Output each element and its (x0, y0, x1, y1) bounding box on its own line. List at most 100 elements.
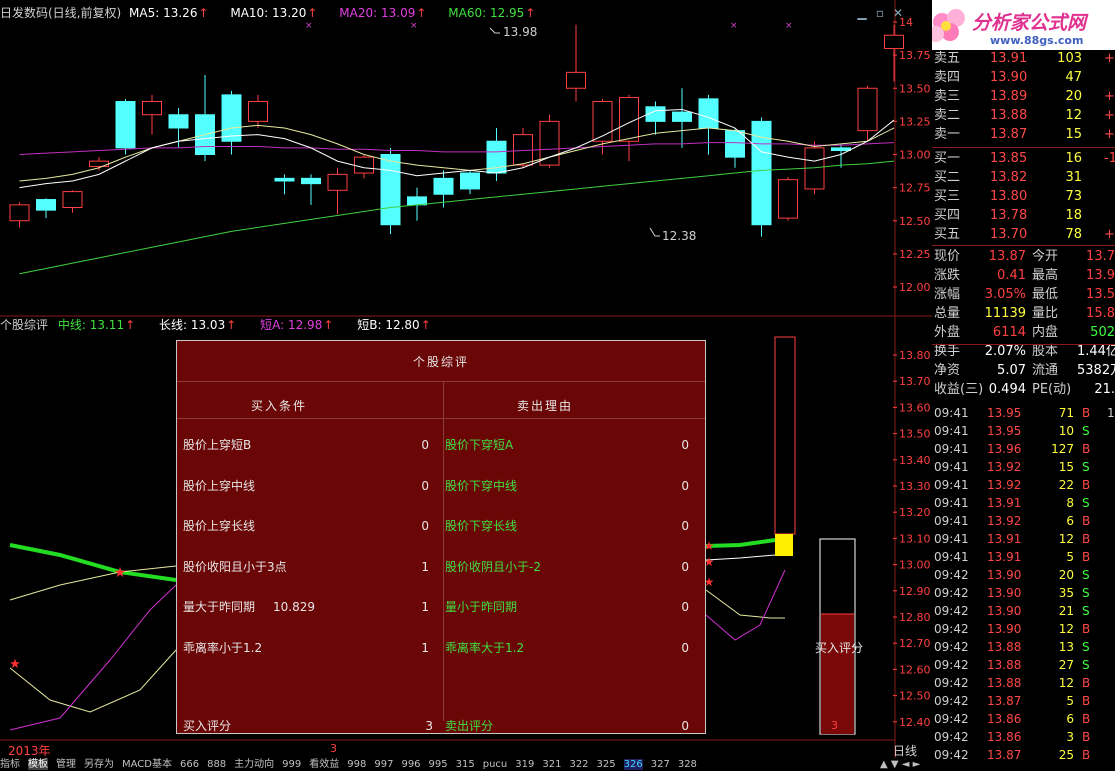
formula-tab[interactable]: 315 (456, 759, 475, 770)
quote-info-row: 现价 13.87 今开 13.7 (934, 249, 1115, 264)
sell-level-row: 卖五13.91103+1 (934, 51, 1115, 66)
candle-body (36, 199, 56, 211)
formula-tab[interactable]: 模板 (28, 759, 48, 770)
tick-row: 09:41 13.96 127 B (934, 442, 1091, 456)
mid-axis-tick: 12.50 (899, 690, 931, 703)
top-axis-tick: 13.25 (899, 115, 931, 128)
formula-tab[interactable]: 666 (180, 759, 199, 770)
scroll-down-icon: ▼ (890, 759, 899, 770)
candle-body (9, 204, 30, 222)
restore-icon[interactable]: ▫ (873, 6, 887, 20)
close-icon[interactable]: ✕ (891, 6, 905, 20)
formula-tab[interactable]: 325 (597, 759, 616, 770)
formula-tab[interactable]: 另存为 (84, 759, 114, 770)
tick-row: 09:42 13.87 5 B (934, 694, 1091, 708)
formula-tab[interactable]: 326 (623, 759, 643, 770)
formula-tab[interactable]: 888 (207, 759, 226, 770)
top-axis-tick: 13.50 (899, 82, 931, 95)
svg-text:×: × (305, 21, 313, 31)
formula-tab[interactable]: pucu (483, 759, 508, 770)
top-axis-tick: 12.25 (899, 248, 931, 261)
formula-tab[interactable]: 997 (374, 759, 393, 770)
candle-body (380, 154, 401, 226)
formula-tab[interactable]: 995 (429, 759, 448, 770)
tick-row: 09:41 13.91 8 S (934, 496, 1090, 510)
scroll-left-icon: ◄ (901, 759, 910, 770)
short-a-legend: 短A: 12.98↑ (260, 318, 334, 332)
candle-body (142, 101, 162, 116)
top-axis-tick: 12.75 (899, 182, 931, 195)
sell-score-row: 卖出评分 0 (445, 719, 689, 733)
top-price-axis: 1413.7513.5013.2513.0012.7512.5012.2512.… (893, 16, 931, 294)
formula-tab[interactable]: 998 (347, 759, 366, 770)
sell-reason-row: 股价下穿短A 0 (445, 437, 689, 453)
mid-axis-tick: 13.30 (899, 480, 931, 493)
formula-tab[interactable]: 看效益 (309, 759, 339, 770)
mid-axis-tick: 13.00 (899, 559, 931, 572)
sell-reason-label: 股价下穿中线 (445, 478, 518, 493)
svg-text:×: × (410, 21, 418, 31)
tick-row: 09:41 13.91 12 B (934, 532, 1091, 546)
top-axis-tick: 13.00 (899, 149, 931, 162)
formula-tab[interactable]: 328 (678, 759, 697, 770)
tab-scroll-controls[interactable]: ▲ ▼ ◄ ► (880, 758, 932, 771)
tick-row: 09:42 13.90 35 S (934, 586, 1090, 600)
formula-tab[interactable]: 管理 (56, 759, 76, 770)
buy-condition-value: 0 (421, 519, 429, 534)
tick-row: 09:42 13.86 6 B (934, 712, 1091, 726)
quote-info-row: 外盘 6114 内盘 502 (934, 325, 1115, 340)
sell-reason-value: 0 (681, 641, 689, 655)
sell-reason-value: 0 (681, 478, 689, 493)
formula-tab[interactable]: 996 (401, 759, 420, 770)
buy-condition-value: 1 (421, 641, 429, 655)
candle-body (62, 191, 83, 209)
dialog-title: 个股综评 (412, 355, 469, 369)
top-axis-tick: 12.50 (899, 215, 931, 228)
candle-body (566, 71, 586, 89)
mid-axis-tick: 12.40 (899, 716, 931, 729)
formula-tab[interactable]: 999 (282, 759, 301, 770)
buy-condition-label: 股价上穿中线 (183, 478, 256, 493)
formula-tab[interactable]: 322 (569, 759, 588, 770)
sell-reason-value: 0 (681, 519, 689, 534)
formula-tab[interactable]: 321 (542, 759, 561, 770)
tick-row: 09:42 13.90 21 S (934, 604, 1090, 618)
scroll-up-icon: ▲ (880, 759, 888, 770)
candle-body (221, 94, 242, 142)
formula-tab-bar[interactable]: 指标 模板 管理 另存为 MACD基本 666 888 主力动向 999 看效益 998 997 996… (0, 758, 932, 771)
formula-tab[interactable]: 327 (651, 759, 670, 770)
candle-body (327, 173, 348, 191)
formula-tab[interactable]: 319 (515, 759, 534, 770)
mid-axis-tick: 12.70 (899, 637, 931, 650)
ma20-legend: MA20: 13.09↑ (339, 6, 427, 20)
logo-url: www.88gs.com (990, 34, 1084, 47)
candle-body (857, 87, 878, 132)
mid-axis-tick: 13.70 (899, 375, 931, 388)
formula-tab[interactable]: MACD基本 (122, 759, 172, 770)
tick-row: 09:42 13.87 25 B (934, 748, 1091, 762)
period-label[interactable]: 日线 (893, 742, 917, 759)
mid-axis-tick: 13.80 (899, 349, 931, 362)
buy-condition-value: 0 (421, 438, 429, 452)
low-annotation: 12.38 (662, 229, 697, 243)
stock-title: 日发数码(日线,前复权) (0, 6, 122, 20)
formula-tab[interactable]: 指标 (0, 759, 20, 770)
quote-info-row: 换手 2.07% 股本 1.44亿 (934, 344, 1115, 359)
svg-text:★: ★ (9, 657, 21, 672)
quote-info-row: 净资5.07流通5382万 (934, 363, 1115, 378)
sell-reason-value: 0 (681, 600, 689, 615)
quote-info-row: 总量 11139 量比 15.8 (934, 306, 1115, 321)
sell-level-row: 卖二 13.88 12 + (934, 108, 1115, 123)
mid-axis-tick: 13.50 (899, 428, 931, 441)
tick-row: 09:42 13.90 12 B (934, 622, 1091, 636)
buy-condition-label: 股价上穿短B (183, 438, 252, 452)
formula-tab[interactable]: 主力动向 (234, 759, 274, 770)
buy-level-row: 买二 13.82 31 (934, 170, 1082, 185)
mid-indicator-header: 个股综评 中线: 13.11↑ 长线: 13.03↑ 短A: 12.98↑ 短B… (0, 317, 451, 333)
sell-reason-row: 股价下穿中线 0 (445, 478, 689, 494)
stock-evaluation-dialog[interactable]: 个股综评 买入条件 卖出理由 股价上穿短B 0 股价上穿中线 0 股价上穿长线 0 股价收阳… (176, 340, 706, 734)
buy-level-row: 买三 13.80 73 (934, 189, 1082, 204)
minimize-icon[interactable]: ▁ (855, 6, 869, 20)
buy-condition-value: 1 (421, 559, 429, 574)
sell-reasons-header: 卖出理由 (517, 399, 574, 413)
